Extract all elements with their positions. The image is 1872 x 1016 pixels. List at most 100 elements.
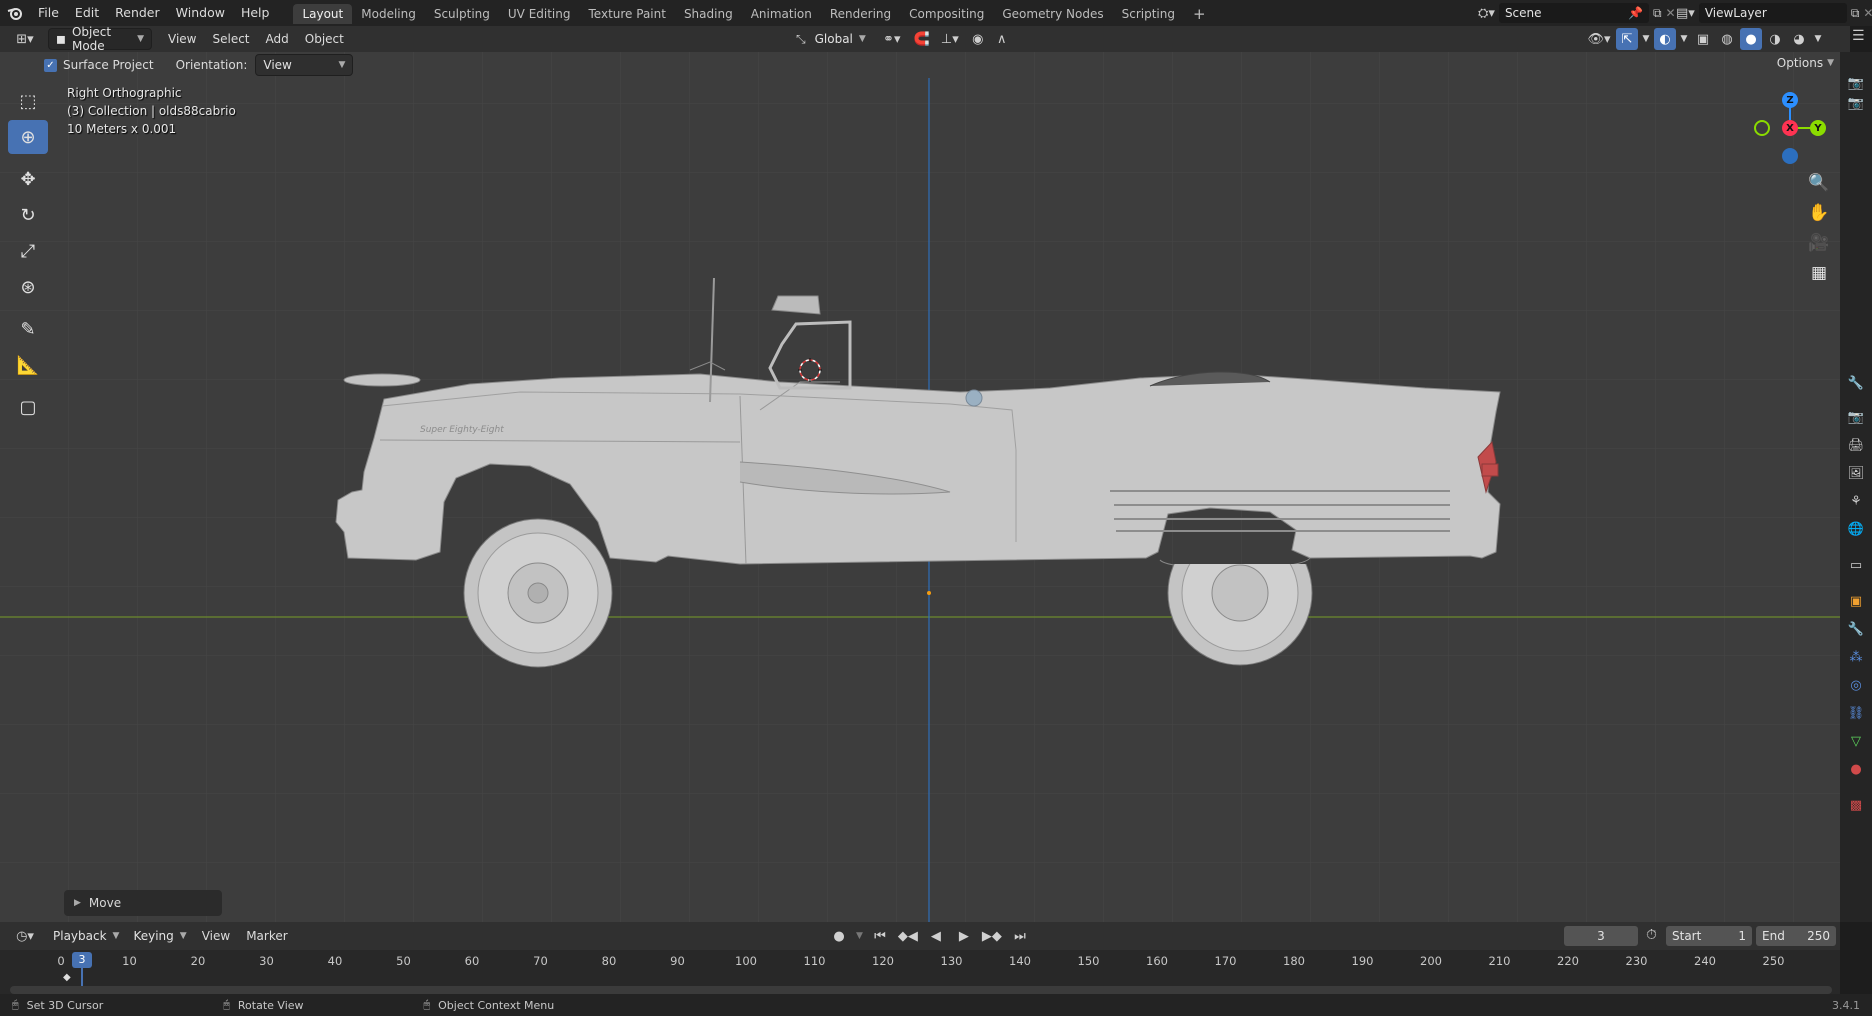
delete-scene-icon[interactable]: ✕ (1666, 6, 1676, 20)
tab-scripting[interactable]: Scripting (1113, 4, 1184, 24)
view-layer-field[interactable]: ViewLayer (1698, 3, 1847, 23)
rendered-shading-icon[interactable]: ◕ (1788, 28, 1810, 50)
timeline-marker-menu[interactable]: Marker (238, 925, 295, 947)
tab-geometry-nodes[interactable]: Geometry Nodes (993, 4, 1112, 24)
editor-type-clock-icon[interactable]: ◷▾ (10, 925, 40, 947)
view-layer-icon[interactable]: 🖼 (1847, 464, 1865, 482)
menu-view[interactable]: View (160, 28, 204, 50)
current-frame-field[interactable]: 3 (1564, 926, 1638, 946)
rotate-tool-icon[interactable]: ↻ (8, 198, 48, 232)
start-frame-field[interactable]: Start 1 (1666, 926, 1752, 946)
add-cube-tool-icon[interactable]: ▢ (8, 390, 48, 424)
menu-edit[interactable]: Edit (67, 0, 107, 26)
measure-tool-icon[interactable]: 📐 (8, 348, 48, 382)
snap-icon[interactable]: 🧲 (911, 28, 933, 50)
outliner-toggle-icon[interactable]: ☰ (1852, 28, 1865, 44)
add-workspace-button[interactable]: + (1184, 4, 1215, 24)
playback-menu[interactable]: Playback ▼ (46, 925, 126, 947)
tab-sculpting[interactable]: Sculpting (425, 4, 499, 24)
pin-icon[interactable]: 📌 (1628, 6, 1643, 20)
tab-layout[interactable]: Layout (293, 4, 353, 24)
jump-end-icon[interactable]: ⏭ (1009, 925, 1031, 947)
options-button[interactable]: Options ▼ (1777, 56, 1834, 70)
pan-hand-icon[interactable]: ✋ (1804, 198, 1834, 228)
proportional-edit-icon[interactable]: ◉ (967, 28, 989, 50)
annotate-tool-icon[interactable]: ✎ (8, 312, 48, 346)
tab-uv-editing[interactable]: UV Editing (499, 4, 580, 24)
snap-target-icon[interactable]: ⊥▾ (935, 28, 965, 50)
falloff-icon[interactable]: ∧ (991, 28, 1013, 50)
orientation-dropdown[interactable]: View ▼ (255, 54, 354, 76)
xray-toggle-icon[interactable]: ▣ (1692, 28, 1714, 50)
zoom-icon[interactable]: 🔍 (1804, 168, 1834, 198)
tab-rendering[interactable]: Rendering (821, 4, 900, 24)
playhead-marker[interactable]: 3 (72, 952, 92, 968)
chevron-down-icon[interactable]: ▼ (856, 931, 863, 941)
transform-tool-icon[interactable]: ⊛ (8, 270, 48, 304)
particles-icon[interactable]: ⁂ (1847, 648, 1865, 666)
physics-icon[interactable]: ◎ (1847, 676, 1865, 694)
material-icon[interactable]: ● (1847, 760, 1865, 778)
chevron-down-icon[interactable]: ▼ (1812, 28, 1824, 50)
chevron-down-icon[interactable]: ▼ (1678, 28, 1690, 50)
play-reverse-icon[interactable]: ◀ (925, 925, 947, 947)
delete-view-layer-icon[interactable]: ✕ (1863, 6, 1872, 20)
menu-add[interactable]: Add (258, 28, 297, 50)
tab-shading[interactable]: Shading (675, 4, 742, 24)
editor-type-icon[interactable]: ⊞▾ (10, 28, 40, 50)
object-icon[interactable]: ▣ (1847, 592, 1865, 610)
transform-orientation-dropdown[interactable]: Global ▼ (808, 28, 873, 50)
end-frame-field[interactable]: End 250 (1756, 926, 1836, 946)
data-icon[interactable]: ▽ (1847, 732, 1865, 750)
preview-range-icon[interactable]: ⏱ (1646, 927, 1657, 943)
collection-icon[interactable]: ▭ (1847, 556, 1865, 574)
camera-icon[interactable]: 📷 (1847, 94, 1865, 112)
gizmo-y-axis[interactable]: Y (1810, 120, 1826, 136)
tab-modeling[interactable]: Modeling (352, 4, 425, 24)
menu-select[interactable]: Select (204, 28, 257, 50)
constraints-icon[interactable]: ⛓ (1847, 704, 1865, 722)
record-icon[interactable]: ● (828, 925, 850, 947)
pivot-point-icon[interactable]: ⚭▾ (875, 28, 909, 50)
tab-animation[interactable]: Animation (742, 4, 821, 24)
surface-project-label[interactable]: Surface Project (63, 58, 154, 72)
gizmo-neg-z-axis[interactable] (1782, 148, 1798, 164)
new-scene-icon[interactable]: ⧉ (1653, 6, 1662, 21)
timeline[interactable]: 0 10 20 30 40 50 60 70 80 90 100 110 120 130 140 150 160… (0, 950, 1840, 1000)
view-layer-icon[interactable]: ▤▾ (1676, 6, 1695, 21)
scene-icon[interactable]: ⛭▾ (1478, 6, 1495, 21)
jump-start-icon[interactable]: ⏮ (869, 925, 891, 947)
perspective-toggle-icon[interactable]: ▦ (1804, 258, 1834, 288)
menu-object[interactable]: Object (297, 28, 352, 50)
overlays-toggle-icon[interactable]: ◐ (1654, 28, 1676, 50)
camera-view-icon[interactable]: 🎥 (1804, 228, 1834, 258)
surface-project-checkbox[interactable]: ✓ (44, 58, 57, 72)
camera-icon[interactable]: 📷 (1847, 74, 1865, 92)
material-shading-icon[interactable]: ◑ (1764, 28, 1786, 50)
navigation-gizmo[interactable]: Z Y X (1752, 90, 1826, 164)
move-tool-icon[interactable]: ✥ (8, 162, 48, 196)
scale-tool-icon[interactable]: ⤢ (8, 234, 48, 268)
keyframe-icon[interactable]: ◆ (63, 972, 71, 983)
tool-icon[interactable]: 🔧 (1847, 374, 1865, 392)
play-icon[interactable]: ▶ (953, 925, 975, 947)
timeline-view-menu[interactable]: View (194, 925, 238, 947)
3d-viewport[interactable]: Super Eighty-Eight ✓ Surface Project Ori… (0, 52, 1840, 922)
mode-dropdown[interactable]: ◼ Object Mode ▼ (48, 25, 152, 53)
next-keyframe-icon[interactable]: ▶◆ (981, 925, 1003, 947)
scene-icon[interactable]: ⚘ (1847, 492, 1865, 510)
render-icon[interactable]: 📷 (1847, 408, 1865, 426)
prev-keyframe-icon[interactable]: ◆◀ (897, 925, 919, 947)
modifier-icon[interactable]: 🔧 (1847, 620, 1865, 638)
gizmo-z-axis[interactable]: Z (1782, 92, 1798, 108)
cursor-tool-icon[interactable]: ⊕ (8, 120, 48, 154)
wireframe-shading-icon[interactable]: ◍ (1716, 28, 1738, 50)
keying-menu[interactable]: Keying ▼ (126, 925, 193, 947)
world-icon[interactable]: 🌐 (1847, 520, 1865, 538)
gizmo-toggle-icon[interactable]: ⇱ (1616, 28, 1638, 50)
select-box-icon[interactable]: ⬚ (8, 84, 48, 118)
scene-field[interactable]: Scene 📌 (1498, 3, 1649, 23)
texture-icon[interactable]: ▩ (1847, 796, 1865, 814)
tab-compositing[interactable]: Compositing (900, 4, 993, 24)
menu-file[interactable]: File (30, 0, 67, 26)
